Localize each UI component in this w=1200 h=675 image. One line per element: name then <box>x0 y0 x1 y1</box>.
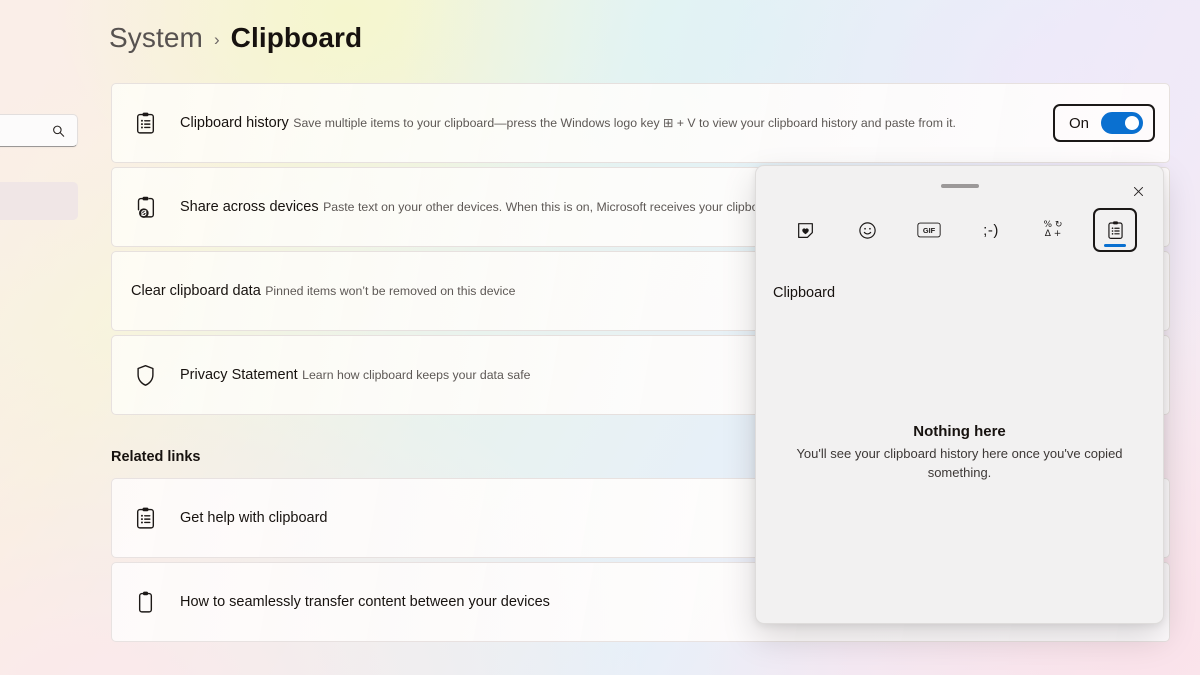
smiley-icon <box>858 221 876 239</box>
svg-text:GIF: GIF <box>923 226 936 235</box>
setting-title: Share across devices <box>180 198 319 215</box>
clipboard-history-toggle[interactable]: On <box>1052 104 1155 142</box>
setting-description: Save multiple items to your clipboard—pr… <box>293 115 956 130</box>
breadcrumb-parent[interactable]: System <box>109 22 203 54</box>
clipboard-plain-icon <box>131 588 159 616</box>
link-title: Get help with clipboard <box>180 510 328 526</box>
toggle-state-label: On <box>1068 114 1089 132</box>
clipboard-tab[interactable] <box>1093 208 1137 252</box>
search-icon <box>52 124 65 137</box>
breadcrumb-separator-icon: › <box>213 30 220 49</box>
setting-title: Clear clipboard data <box>131 282 261 299</box>
emoji-tab[interactable] <box>845 208 889 252</box>
clipboard-list-icon <box>131 109 159 137</box>
clipboard-list-icon <box>131 504 159 532</box>
flyout-section-heading: Clipboard <box>773 285 836 301</box>
toggle-switch[interactable] <box>1101 112 1143 134</box>
sticker-heart-icon <box>797 222 813 238</box>
symbols-icon: % ↻ Δ + <box>1044 220 1063 240</box>
navigation-sliver <box>0 0 82 675</box>
kaomoji-icon: ;-) <box>983 221 999 239</box>
setting-description: Learn how clipboard keeps your data safe <box>302 367 531 382</box>
recent-stickers-tab[interactable] <box>783 208 827 252</box>
kaomoji-tab[interactable]: ;-) <box>969 208 1013 252</box>
setting-title: Privacy Statement <box>180 366 298 383</box>
clipboard-flyout-panel: GIF ;-) % ↻ Δ + Clipboard Nothing here Y… <box>755 165 1164 624</box>
clipboard-sync-icon <box>131 193 159 221</box>
clipboard-list-icon <box>1107 220 1123 239</box>
setting-description: Pinned items won’t be removed on this de… <box>265 283 516 298</box>
gif-tab[interactable]: GIF <box>907 208 951 252</box>
drag-handle[interactable] <box>940 184 979 188</box>
search-input[interactable] <box>0 114 78 147</box>
empty-state-title: Nothing here <box>913 423 1006 440</box>
symbols-icon-bottom: Δ + <box>1044 229 1062 239</box>
close-icon[interactable] <box>1123 176 1153 206</box>
setting-clipboard-history[interactable]: Clipboard history Save multiple items to… <box>111 83 1170 163</box>
link-title: How to seamlessly transfer content betwe… <box>180 594 550 610</box>
breadcrumb: System › Clipboard <box>109 22 362 54</box>
toggle-knob <box>1125 116 1139 130</box>
related-links-heading: Related links <box>111 449 201 465</box>
symbols-tab[interactable]: % ↻ Δ + <box>1031 208 1075 252</box>
clipboard-empty-state: Nothing here You'll see your clipboard h… <box>756 421 1163 482</box>
sidebar-item-active[interactable] <box>0 182 78 220</box>
shield-icon <box>131 361 159 389</box>
flyout-tabstrip: GIF ;-) % ↻ Δ + <box>783 208 1137 252</box>
settings-page: System › Clipboard Clipboard history Sav… <box>0 0 1200 675</box>
page-title: Clipboard <box>230 22 363 53</box>
setting-title: Clipboard history <box>180 114 289 131</box>
setting-text-block: Clipboard history Save multiple items to… <box>180 114 1053 133</box>
gif-icon: GIF <box>917 222 941 238</box>
empty-state-subtitle: You'll see your clipboard history here o… <box>796 446 1123 480</box>
